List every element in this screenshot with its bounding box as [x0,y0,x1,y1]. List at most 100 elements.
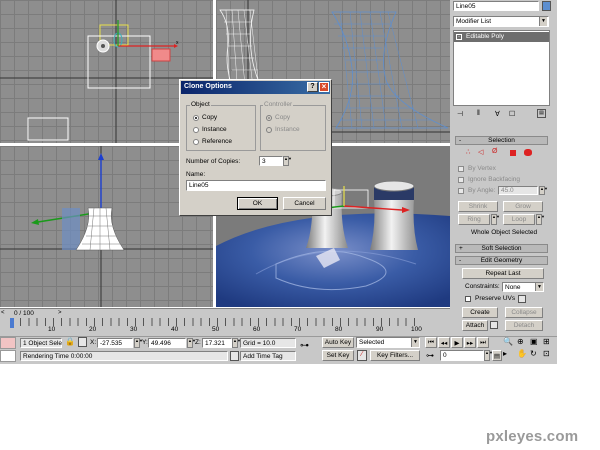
controller-copy-radio[interactable] [266,115,272,121]
add-time-tag[interactable]: Add Time Tag [240,351,296,361]
ring-button[interactable]: Ring [458,214,490,225]
previous-frame-icon[interactable]: ◂◂ [438,337,450,348]
edit-geometry-rollout-header[interactable]: - Edit Geometry [455,256,548,265]
stack-collapse-icon[interactable]: - [456,34,462,40]
chevron-down-icon: ▼ [539,17,547,26]
preserve-uvs-checkbox[interactable] [465,296,471,302]
time-configuration-icon[interactable]: ▤ [492,350,502,361]
auto-key-button[interactable]: Auto Key [322,337,354,348]
next-frame-icon[interactable]: ▸▸ [464,337,476,348]
selection-rollout-label: Selection [488,137,515,144]
zoom-extents-icon[interactable]: ▣ [530,337,538,346]
show-end-result-icon[interactable]: ‖ [477,110,480,117]
zoom-icon[interactable]: 🔍 [503,337,513,346]
dialog-titlebar[interactable]: Clone Options ? × [181,81,330,94]
y-coord-spinner[interactable]: ▲▼ [187,338,196,348]
field-of-view-icon[interactable]: ▸ [503,349,507,358]
edge-icon[interactable]: ◁ [478,148,483,156]
object-copy-radio[interactable] [193,115,199,121]
zoom-all-icon[interactable]: ⊕ [517,337,524,346]
arc-rotate-icon[interactable]: ↻ [530,349,537,358]
shrink-button[interactable]: Shrink [458,201,498,212]
time-slider-track[interactable]: < 0 / 100 > [0,308,450,318]
default-tangent-icon[interactable]: ⁄ [357,350,367,361]
pin-stack-icon[interactable]: ⊣ [457,110,463,118]
grow-button[interactable]: Grow [503,201,543,212]
timeline-current-frame[interactable] [10,318,14,328]
loop-spinner[interactable]: ▲▼ [536,214,545,225]
object-reference-radio[interactable] [193,139,199,145]
by-angle-spinner[interactable]: ▲▼ [539,186,548,195]
clone-options-dialog: Clone Options ? × Object Copy Instance R… [179,79,332,216]
go-to-start-icon[interactable]: ⏮ [425,337,437,348]
by-angle-field[interactable]: 45.0 [498,186,538,195]
by-angle-checkbox[interactable] [458,188,464,194]
constraints-dropdown[interactable]: None ▼ [502,282,544,292]
attach-button[interactable]: Attach [462,320,488,331]
modifier-stack[interactable]: - Editable Poly [453,30,550,106]
set-key-button[interactable]: Set Key [322,350,354,361]
maximize-viewport-icon[interactable]: ⊡ [543,349,550,358]
timeline-ruler[interactable]: 10 20 30 40 50 60 70 80 90 100 [0,318,450,336]
go-to-end-icon[interactable]: ⏭ [477,337,489,348]
remove-modifier-icon[interactable]: ☐ [509,110,515,118]
help-button[interactable]: ? [307,82,318,92]
auto-key-dropdown[interactable]: Selected ▼ [356,337,420,348]
loop-button[interactable]: Loop [503,214,535,225]
time-slider-prev-arrow[interactable]: < [1,310,5,316]
modifier-stack-item[interactable]: - Editable Poly [454,32,549,42]
create-button[interactable]: Create [462,307,498,318]
ignore-backfacing-checkbox[interactable] [458,177,464,183]
maxscript-listener-mini[interactable] [0,337,16,349]
selection-count: 1 Object Sele [20,338,62,348]
object-name-field[interactable]: Line05 [453,1,539,11]
vertex-icon[interactable]: ∴ [466,148,470,156]
key-filters-button[interactable]: Key Filters... [370,350,420,361]
current-frame-spinner[interactable]: ▲▼ [484,350,493,361]
current-frame-field[interactable]: 0 [440,350,484,361]
preserve-uvs-settings-icon[interactable] [518,295,526,303]
time-slider-next-arrow[interactable]: > [58,310,62,316]
element-icon[interactable] [524,149,532,156]
stack-item-label: Editable Poly [466,33,504,40]
attach-list-icon[interactable] [490,321,498,329]
cancel-button[interactable]: Cancel [283,197,326,210]
modifier-list-dropdown[interactable]: Modifier List ▼ [453,16,549,27]
ring-spinner[interactable]: ▲▼ [491,214,500,225]
viewport-navigation: 🔍 ⊕ ▣ ⊞ ▸ ✋ ↻ ⊡ [503,337,557,362]
time-tag-icon[interactable] [230,351,239,361]
collapse-button[interactable]: Collapse [505,307,543,318]
configure-modifier-sets-icon[interactable]: ▤ [537,109,546,118]
by-angle-label: By Angle: [468,187,496,194]
make-unique-icon[interactable]: ∀ [495,110,500,118]
selection-rollout-header[interactable]: - Selection [455,136,548,145]
pan-icon[interactable]: ✋ [517,349,527,358]
border-icon[interactable]: Ø [492,148,497,155]
absolute-mode-icon[interactable] [78,337,87,347]
key-mode-icon[interactable]: ⊶ [300,340,309,351]
ok-button[interactable]: OK [237,197,278,210]
lock-icon[interactable]: 🔒 [65,337,75,346]
controller-instance-radio[interactable] [266,127,272,133]
maxscript-output-mini[interactable] [0,350,16,362]
play-icon[interactable]: ▶ [451,337,463,348]
x-coord-spinner[interactable]: ▲▼ [134,338,143,348]
close-button[interactable]: × [319,82,329,92]
repeat-last-button[interactable]: Repeat Last [462,268,544,279]
copies-field[interactable]: 3 [259,156,283,166]
z-coord-field[interactable]: 17.321 [202,338,232,348]
by-vertex-checkbox[interactable] [458,166,464,172]
zoom-extents-all-icon[interactable]: ⊞ [543,337,550,346]
object-instance-radio[interactable] [193,127,199,133]
polygon-icon[interactable] [510,150,516,156]
object-color-swatch[interactable] [542,1,551,11]
y-coord-field[interactable]: 49.496 [148,338,186,348]
key-mode-toggle-icon[interactable]: ⊶ [426,351,434,360]
detach-button[interactable]: Detach [505,320,543,331]
name-field[interactable]: Line05 [186,180,326,191]
timeline-tick: 90 [376,326,384,333]
copies-spinner[interactable]: ▲▼ [283,156,292,166]
soft-selection-rollout-header[interactable]: + Soft Selection [455,244,548,253]
z-coord-spinner[interactable]: ▲▼ [232,338,241,348]
x-coord-field[interactable]: -27.535 [97,338,133,348]
